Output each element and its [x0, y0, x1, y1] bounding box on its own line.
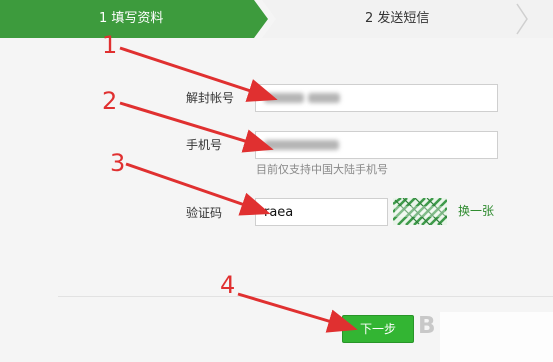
annotation-arrows [119, 46, 358, 333]
annotation-number-4: 4 [220, 271, 236, 299]
arrow-3 [125, 162, 271, 216]
arrow-2 [119, 101, 274, 153]
arrow-4 [237, 292, 358, 333]
arrow-1 [119, 46, 278, 102]
annotation-number-3: 3 [110, 149, 126, 177]
annotation-number-1: 1 [102, 31, 118, 59]
annotation-number-2: 2 [102, 87, 118, 115]
